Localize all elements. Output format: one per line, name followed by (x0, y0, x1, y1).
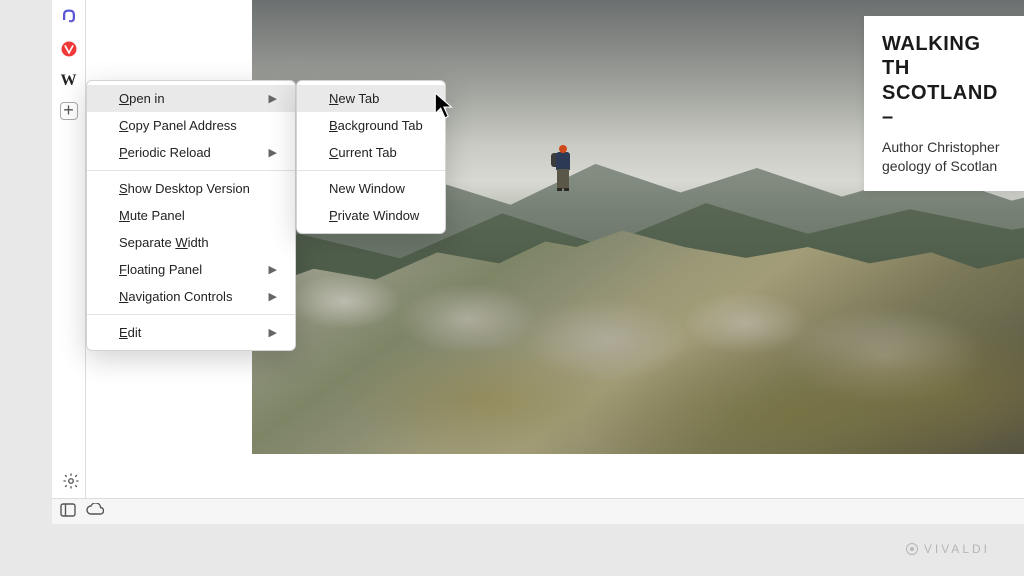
vivaldi-brand: VIVALDI (906, 542, 990, 556)
menu-separator (297, 170, 445, 171)
settings-icon[interactable] (62, 472, 80, 490)
mastodon-panel-icon[interactable] (58, 6, 80, 28)
panels-toggle-icon[interactable] (60, 503, 76, 520)
menu-separator (87, 314, 295, 315)
vivaldi-panel-icon[interactable] (58, 38, 80, 60)
menu-navigation-controls[interactable]: Navigation Controls ▶ (87, 283, 295, 310)
submenu-current-tab[interactable]: Current Tab (297, 139, 445, 166)
menu-copy-panel-address[interactable]: Copy Panel Address (87, 112, 295, 139)
brand-label: VIVALDI (924, 542, 990, 556)
chevron-right-icon: ▶ (269, 290, 277, 303)
submenu-background-tab[interactable]: Background Tab (297, 112, 445, 139)
add-panel-icon[interactable]: + (60, 102, 78, 120)
menu-show-desktop-version[interactable]: Show Desktop Version (87, 175, 295, 202)
article-card: WALKING TH SCOTLAND – Author Christopher… (864, 16, 1024, 191)
vivaldi-logo-icon (906, 543, 918, 555)
panel-bar: W + (52, 0, 86, 498)
panel-context-menu: Open in ▶ Copy Panel Address Periodic Re… (86, 80, 296, 351)
article-subtitle: Author Christopher geology of Scotlan (882, 138, 1012, 178)
submenu-new-tab[interactable]: New Tab (297, 85, 445, 112)
chevron-right-icon: ▶ (269, 263, 277, 276)
article-title: WALKING TH SCOTLAND – (882, 32, 1012, 130)
chevron-right-icon: ▶ (269, 92, 277, 105)
submenu-new-window[interactable]: New Window (297, 175, 445, 202)
menu-floating-panel[interactable]: Floating Panel ▶ (87, 256, 295, 283)
sync-icon[interactable] (86, 503, 104, 520)
status-bar (52, 498, 1024, 524)
menu-edit[interactable]: Edit ▶ (87, 319, 295, 346)
menu-separate-width[interactable]: Separate Width (87, 229, 295, 256)
menu-mute-panel[interactable]: Mute Panel (87, 202, 295, 229)
open-in-submenu: New Tab Background Tab Current Tab New W… (296, 80, 446, 234)
wikipedia-panel-icon[interactable]: W (58, 70, 80, 92)
submenu-private-window[interactable]: Private Window (297, 202, 445, 229)
hiker-figure (553, 145, 573, 191)
menu-separator (87, 170, 295, 171)
menu-open-in[interactable]: Open in ▶ (87, 85, 295, 112)
chevron-right-icon: ▶ (269, 146, 277, 159)
chevron-right-icon: ▶ (269, 326, 277, 339)
menu-periodic-reload[interactable]: Periodic Reload ▶ (87, 139, 295, 166)
